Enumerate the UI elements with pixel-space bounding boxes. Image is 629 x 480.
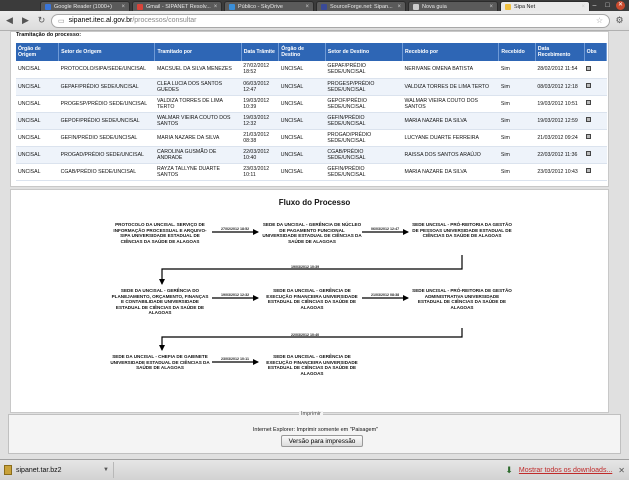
flow-edge-label: 27/02/2012 18:52 — [221, 227, 250, 231]
flow-node: SEDE DA UNCISAL - GERÊNCIA DE EXECUÇÃO F… — [266, 354, 358, 376]
flow-edge — [159, 328, 463, 351]
flow-edge-label: 19/03/2012 10:39 — [291, 265, 320, 269]
download-filename: sipanet.tar.bz2 — [16, 466, 62, 474]
flow-node: SEDE DA UNCISAL - GERÊNCIA DE EXECUÇÃO F… — [266, 288, 358, 310]
flow-node: SEDE UNCISAL - PRÓ-REITORIA DA GESTÃO DE… — [412, 222, 512, 239]
chevron-down-icon[interactable]: ▼ — [103, 467, 109, 473]
show-all-downloads-link[interactable]: Mostrar todos os downloads... — [519, 467, 612, 474]
print-legend: Imprimir — [299, 411, 323, 417]
flow-edge-label: 22/03/2012 10:40 — [291, 333, 320, 337]
flow-node: SEDE DA UNCISAL - GERÊNCIA DE NÚCLEO DE … — [262, 222, 362, 244]
flow-edge-label: 23/03/2012 10:11 — [221, 357, 249, 361]
flow-edge-label: 21/03/2012 08:38 — [371, 293, 400, 297]
print-fieldset: Imprimir Internet Explorer: Imprimir som… — [8, 411, 621, 454]
flow-edge-label: 06/03/2012 12:47 — [371, 227, 400, 231]
flow-node: SEDE DA UNCISAL - CHEFIA DE GABINETE UNI… — [110, 354, 210, 371]
archive-file-icon — [4, 465, 12, 475]
flow-node: SEDE UNCISAL - PRÓ-REITORIA DE GESTÃO AD… — [412, 288, 512, 310]
flow-node: PROTOCOLO DA UNCISAL. SERVIÇO DE INFORMA… — [113, 222, 207, 244]
print-version-button[interactable]: Versão para impressão — [281, 435, 363, 447]
flow-edge — [159, 255, 463, 285]
print-note: Internet Explorer: Imprimir somente em "… — [252, 427, 379, 433]
downloads-bar: sipanet.tar.bz2 ▼ ⬇ Mostrar todos os dow… — [0, 459, 629, 480]
flow-edge-label: 19/03/2012 12:32 — [221, 293, 250, 297]
download-arrow-icon: ⬇ — [505, 464, 513, 475]
download-item[interactable]: sipanet.tar.bz2 ▼ — [4, 462, 114, 478]
flow-node: SEDE DA UNCISAL - GERÊNCIA DO PLANEJAMEN… — [111, 288, 209, 316]
close-downloads-icon[interactable]: ✕ — [618, 466, 625, 475]
